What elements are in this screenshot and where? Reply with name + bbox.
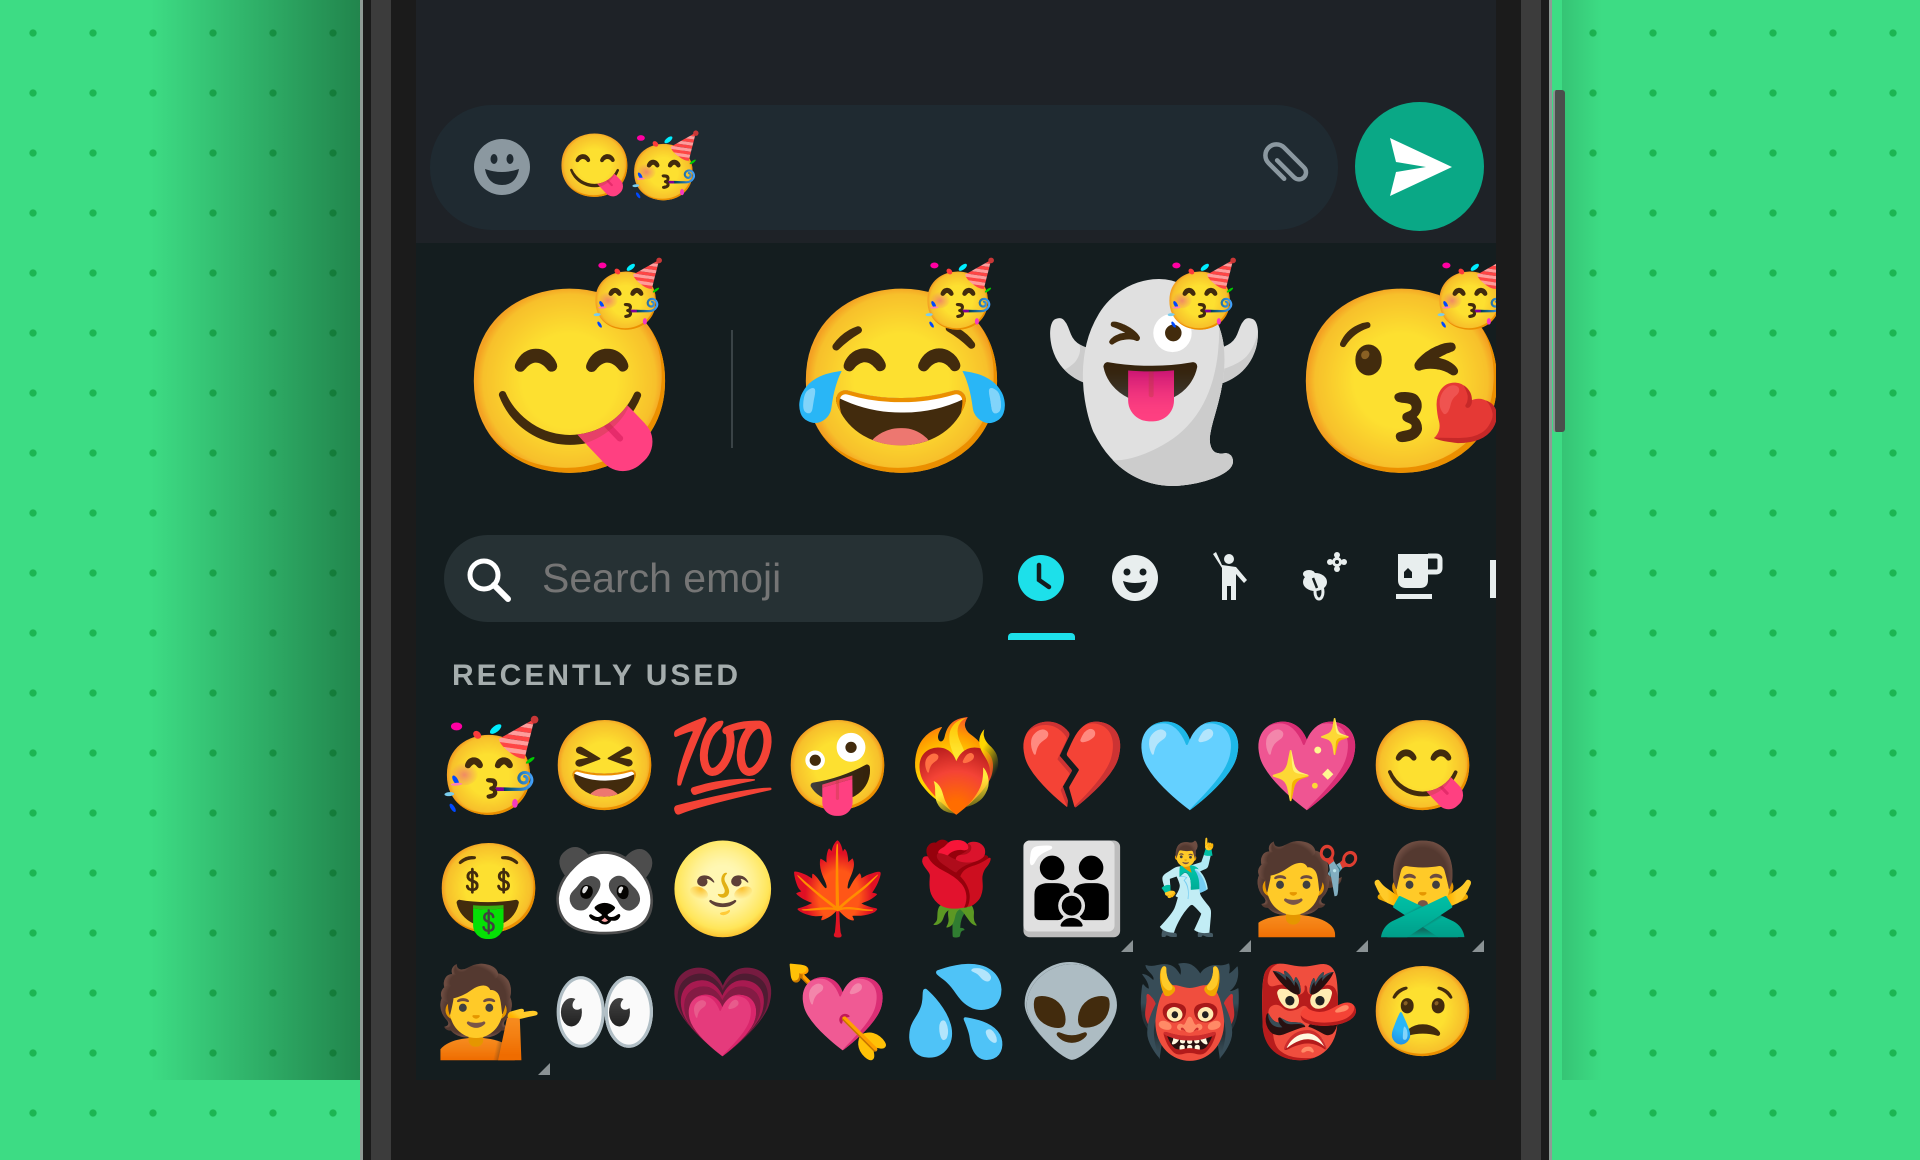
emoji-cell[interactable]: 💗 xyxy=(668,957,778,1067)
emoji-cell[interactable]: 🐼 xyxy=(550,834,660,944)
emoji-cell[interactable]: 💘 xyxy=(783,957,893,1067)
emoji-glyph: 💦 xyxy=(901,962,1011,1061)
bee-flower-icon xyxy=(1303,552,1347,601)
search-input[interactable] xyxy=(542,535,962,622)
emoji-glyph: 🙅‍♂️ xyxy=(1368,839,1478,938)
emoji-glyph: 🥳 xyxy=(434,716,544,815)
emoji-cell[interactable]: 🍁 xyxy=(783,834,893,944)
emoji-glyph: 💇 xyxy=(1252,839,1362,938)
kitchen-sticker[interactable]: 😘 🥳 xyxy=(1290,262,1496,498)
emoji-search-bar[interactable] xyxy=(444,535,983,622)
tab-food[interactable] xyxy=(1390,550,1446,606)
emoji-cell[interactable]: 💖 xyxy=(1252,711,1362,821)
tab-smileys[interactable] xyxy=(1107,550,1163,606)
emoji-cell[interactable]: ❤️‍🔥 xyxy=(901,711,1011,821)
emoji-glyph: ❤️‍🔥 xyxy=(901,716,1011,815)
background-shadow xyxy=(1562,0,1602,1080)
phone-bezel-right xyxy=(1521,0,1541,1160)
send-arrow-icon xyxy=(1390,138,1452,196)
message-input[interactable]: 😋🥳 xyxy=(556,127,702,207)
emoji-glyph: 🤪 xyxy=(783,716,893,815)
emoji-glyph: 👽 xyxy=(1017,962,1127,1061)
variant-indicator-icon xyxy=(1121,940,1133,952)
tab-nature[interactable] xyxy=(1295,550,1351,606)
emoji-cell[interactable]: 💔 xyxy=(1017,711,1127,821)
background-shadow xyxy=(150,0,362,1080)
emoji-cell[interactable]: 🤑 xyxy=(434,834,544,944)
emoji-glyph: 💖 xyxy=(1252,716,1362,815)
variant-indicator-icon xyxy=(1472,940,1484,952)
emoji-glyph: 💘 xyxy=(783,962,893,1061)
emoji-glyph: 🌝 xyxy=(668,839,778,938)
emoji-glyph: 💔 xyxy=(1017,716,1127,815)
emoji-glyph: 💯 xyxy=(668,716,778,815)
emoji-glyph: 👀 xyxy=(550,962,660,1061)
emoji-cell[interactable]: 🌹 xyxy=(901,834,1011,944)
active-tab-indicator xyxy=(1008,633,1075,640)
message-composer[interactable]: 😋🥳 xyxy=(430,105,1338,230)
emoji-cell[interactable]: 🌝 xyxy=(668,834,778,944)
smiley-icon xyxy=(1112,555,1158,601)
clock-icon xyxy=(1018,555,1064,601)
emoji-glyph: 🧑‍🧑‍🧒 xyxy=(1017,839,1127,938)
variant-indicator-icon xyxy=(538,1063,550,1075)
emoji-glyph: 💗 xyxy=(668,962,778,1061)
emoji-cell[interactable]: 🩵 xyxy=(1135,711,1245,821)
emoji-glyph: 🍁 xyxy=(783,839,893,938)
emoji-glyph: 🌹 xyxy=(901,839,1011,938)
variant-indicator-icon xyxy=(1356,940,1368,952)
emoji-kitchen-suggestions: 😋 🥳 😂 🥳 👻 🥳 😘 🥳 xyxy=(416,262,1496,508)
section-title: RECENTLY USED xyxy=(452,659,742,692)
emoji-cell[interactable]: 👺 xyxy=(1252,957,1362,1067)
emoji-cell[interactable]: 💇 xyxy=(1252,834,1368,952)
emoji-glyph: 😢 xyxy=(1368,962,1478,1061)
emoji-cell[interactable]: 😆 xyxy=(550,711,660,821)
kitchen-divider xyxy=(731,330,733,448)
emoji-glyph: 💁 xyxy=(434,962,544,1061)
emoji-cell[interactable]: 👽 xyxy=(1017,957,1127,1067)
paperclip-icon[interactable] xyxy=(1254,133,1320,199)
emoji-cell[interactable]: 🙅‍♂️ xyxy=(1368,834,1484,952)
emoji-glyph: 🕺 xyxy=(1135,839,1245,938)
emoji-cell[interactable]: 🧑‍🧑‍🧒 xyxy=(1017,834,1133,952)
kitchen-sticker[interactable]: 😂 🥳 xyxy=(790,262,1014,498)
emoji-cell[interactable]: 🕺 xyxy=(1135,834,1251,952)
emoji-cell[interactable]: 🥳 xyxy=(434,711,544,821)
chat-area: 😋🥳 xyxy=(416,0,1496,243)
sticker-topping: 🥳 xyxy=(586,258,666,330)
sticker-topping: 🥳 xyxy=(1160,258,1240,330)
tab-travel[interactable] xyxy=(1480,550,1496,606)
emoji-glyph: 🩵 xyxy=(1135,716,1245,815)
travel-icon xyxy=(1490,560,1496,598)
emoji-cell[interactable]: 😋 xyxy=(1368,711,1478,821)
phone-bezel-left xyxy=(371,0,391,1160)
send-button[interactable] xyxy=(1355,102,1484,231)
kitchen-sticker[interactable]: 👻 🥳 xyxy=(1042,262,1266,498)
emoji-glyph: 👹 xyxy=(1135,962,1245,1061)
emoji-glyph: 😆 xyxy=(550,716,660,815)
emoji-glyph: 🤑 xyxy=(434,839,544,938)
kitchen-sticker[interactable]: 😋 🥳 xyxy=(458,262,682,498)
emoji-cell[interactable]: 👀 xyxy=(550,957,660,1067)
phone-screen: 😋🥳 😋 🥳 😂 🥳 👻 🥳 😘 🥳 Search emoji RECENTLY… xyxy=(416,0,1496,1080)
emoji-glyph: 🐼 xyxy=(550,839,660,938)
phone-side-button xyxy=(1553,90,1565,432)
variant-indicator-icon xyxy=(1239,940,1251,952)
tea-cup-icon xyxy=(1396,553,1443,599)
person-waving-icon xyxy=(1213,552,1247,600)
emoji-cell[interactable]: 🤪 xyxy=(783,711,893,821)
search-icon xyxy=(467,558,511,602)
tab-people[interactable] xyxy=(1200,550,1256,606)
emoji-cell[interactable]: 😢 xyxy=(1368,957,1478,1067)
sticker-topping: 🥳 xyxy=(1430,258,1496,330)
emoji-cell[interactable]: 💦 xyxy=(901,957,1011,1067)
emoji-glyph: 😋 xyxy=(1368,716,1478,815)
tab-recent[interactable] xyxy=(1013,550,1069,606)
smiley-icon[interactable] xyxy=(472,137,532,197)
emoji-cell[interactable]: 💁 xyxy=(434,957,550,1075)
sticker-topping: 🥳 xyxy=(918,258,998,330)
emoji-cell[interactable]: 💯 xyxy=(668,711,778,821)
emoji-glyph: 👺 xyxy=(1252,962,1362,1061)
emoji-cell[interactable]: 👹 xyxy=(1135,957,1245,1067)
